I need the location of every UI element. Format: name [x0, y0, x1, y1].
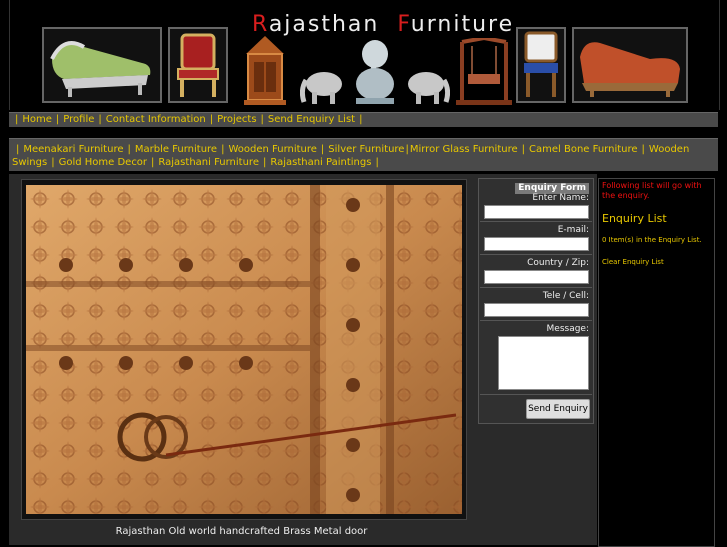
- category-camel-bone[interactable]: Camel Bone Furniture: [529, 144, 638, 155]
- category-marble[interactable]: Marble Furniture: [135, 144, 217, 155]
- wooden-swing-image: [456, 35, 512, 106]
- send-enquiry-button[interactable]: Send Enquiry: [526, 399, 590, 419]
- clear-enquiry-list-link[interactable]: Clear Enquiry List: [602, 258, 664, 266]
- name-input[interactable]: [484, 205, 589, 219]
- category-mirror-glass[interactable]: Mirror Glass Furniture: [410, 144, 518, 155]
- message-textarea[interactable]: [498, 336, 589, 390]
- silver-elephant-image-left: [299, 68, 346, 106]
- photo-caption: Rajasthan Old world handcrafted Brass Me…: [115, 526, 368, 537]
- nav-projects[interactable]: Projects: [217, 114, 256, 125]
- category-wooden[interactable]: Wooden Furniture: [228, 144, 316, 155]
- form-divider: [480, 394, 592, 395]
- featured-photo-frame: [21, 179, 467, 520]
- form-divider: [480, 287, 592, 288]
- blue-chair-image: [516, 27, 566, 103]
- nav-home[interactable]: Home: [22, 114, 52, 125]
- silver-ganesha-image: [350, 36, 400, 106]
- enquiry-count: 0 Item(s) in the Enquiry List.: [602, 236, 702, 244]
- email-label: E-mail:: [557, 225, 589, 235]
- category-meenakari[interactable]: Meenakari Furniture: [23, 144, 123, 155]
- enquiry-list-panel: Following list will go with the enquiry.…: [598, 178, 715, 547]
- brass-door-image: [26, 185, 462, 514]
- form-divider: [480, 254, 592, 255]
- country-zip-label: Country / Zip:: [527, 258, 589, 268]
- enquiry-list-title: Enquiry List: [602, 212, 667, 225]
- nav-profile[interactable]: Profile: [63, 114, 94, 125]
- enquiry-note: Following list will go with the enquiry.: [602, 181, 702, 200]
- email-input[interactable]: [484, 237, 589, 251]
- category-nav: | Meenakari Furniture | Marble Furniture | Wo…: [9, 138, 718, 171]
- phone-label: Tele / Cell:: [542, 291, 589, 301]
- red-sofa-image: [572, 27, 688, 103]
- category-gold-home-decor[interactable]: Gold Home Decor: [59, 157, 147, 168]
- silver-elephant-image-right: [404, 68, 451, 106]
- category-rajasthani-furniture[interactable]: Rajasthani Furniture: [158, 157, 259, 168]
- enquiry-form: Enquiry Form Enter Name: E-mail: Country…: [478, 178, 594, 424]
- nav-send-enquiry-list[interactable]: Send Enquiry List: [268, 114, 355, 125]
- chaise-lounge-image: [42, 27, 162, 103]
- form-divider: [480, 221, 592, 222]
- category-rajasthani-paintings[interactable]: Rajasthani Paintings: [270, 157, 371, 168]
- header-banner: Rajasthan Furniture: [9, 0, 720, 110]
- title-word-2: urniture: [410, 12, 515, 37]
- title-initial-f: F: [397, 12, 411, 37]
- title-initial-r: R: [252, 12, 269, 37]
- site-title: Rajasthan Furniture: [252, 12, 514, 37]
- category-silver[interactable]: Silver Furniture: [328, 144, 404, 155]
- country-zip-input[interactable]: [484, 270, 589, 284]
- name-label: Enter Name:: [532, 193, 589, 203]
- main-nav: | Home | Profile | Contact Information | Projec…: [9, 112, 718, 127]
- message-label: Message:: [546, 324, 589, 334]
- phone-input[interactable]: [484, 303, 589, 317]
- red-chair-image: [168, 27, 228, 103]
- title-word-1: ajasthan: [268, 12, 380, 37]
- nav-contact[interactable]: Contact Information: [106, 114, 206, 125]
- wooden-temple-image: [240, 36, 290, 106]
- form-divider: [480, 320, 592, 321]
